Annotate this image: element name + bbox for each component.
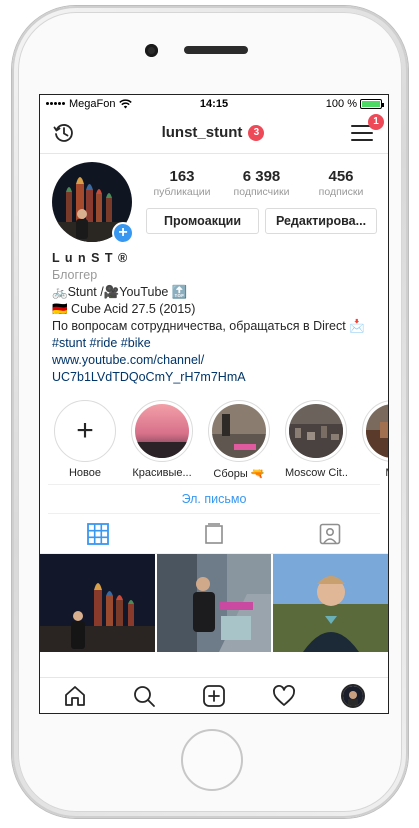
promotions-button[interactable]: Промоакции [146,208,259,234]
tab-grid[interactable] [68,514,128,553]
status-bar: MegaFon 14:15 100 % [40,95,388,112]
bio-line: 🇩🇪 Cube Acid 27.5 (2015) [52,302,196,316]
post-thumbnail[interactable] [40,554,155,652]
nav-search[interactable] [124,681,164,711]
post-thumbnail[interactable] [156,554,272,652]
highlight-label: Красивые... [132,467,192,479]
home-icon [64,685,85,706]
bio-link-line: UC7b1LVdTDQoCmY_rH7m7HmA [52,370,246,384]
bio: L u n S T ® Блоггер 🚲Stunt /🎥YouTube 🔝 🇩… [40,242,388,386]
menu-badge: 1 [368,113,384,130]
carrier-name: MegaFon [69,97,116,110]
nav-activity[interactable] [264,681,304,711]
battery-level [362,100,380,107]
edit-profile-button[interactable]: Редактирова... [265,208,377,234]
stat-followers[interactable]: 6 398 подписчики [226,168,298,198]
stat-label: подписки [318,186,364,198]
nav-profile[interactable] [333,681,373,711]
stat-value: 456 [328,168,354,185]
highlight-item[interactable]: Ma [362,400,388,484]
email-button-label: Эл. письмо [181,492,247,506]
bio-link[interactable]: www.youtube.com/channel/ UC7b1LVdTDQoCmY… [52,352,376,386]
stat-posts[interactable]: 163 публикации [146,168,218,198]
tab-igtv[interactable] [184,514,244,553]
username: lunst_stunt [161,124,243,141]
stat-value: 163 [169,168,195,185]
igtv-icon [205,522,223,544]
wifi-icon [119,98,133,108]
tagged-person-icon [319,523,341,544]
stat-label: публикации [153,186,211,198]
add-story-button[interactable]: + [112,222,134,244]
history-clock-icon[interactable] [52,121,76,145]
highlight-item[interactable]: Moscow Cit... [285,400,347,484]
stat-label: подписчики [233,186,290,198]
battery-icon [360,98,384,109]
bio-hashtags[interactable]: #stunt #ride #bike [52,335,376,352]
highlight-label: Moscow Cit... [285,467,347,479]
plus-icon: + [54,400,116,462]
highlight-item[interactable]: Сборы 🔫 [208,400,270,484]
grid-icon [87,522,109,545]
screen: MegaFon 14:15 100 % lunst_stunt 3 1 + 16… [39,94,389,714]
nav-new-post[interactable] [194,681,234,711]
highlight-label: Сборы 🔫 [213,468,265,480]
nav-home[interactable] [55,681,95,711]
profile-avatar-icon [341,683,366,708]
post-thumbnail[interactable] [273,554,388,652]
highlight-cover [289,404,343,458]
bio-line: 🚲Stunt /🎥YouTube 🔝 [52,285,188,299]
tab-tagged[interactable] [300,514,360,553]
new-post-icon [203,684,225,707]
signal-icon [46,102,65,105]
profile-tabs [40,514,388,554]
highlight-cover [366,404,388,458]
bio-line: По вопросам сотрудничества, обращаться в… [52,319,365,333]
highlight-label: Новое [68,467,102,479]
highlight-item[interactable]: Красивые... [131,400,193,484]
highlight-cover [135,404,189,458]
home-button[interactable] [181,729,243,791]
account-category: Блоггер [52,268,98,282]
bottom-navigation [40,677,388,713]
earpiece-speaker [184,46,248,54]
profile-header: lunst_stunt 3 1 [40,112,388,154]
post-grid [40,554,388,652]
heart-icon [272,684,295,706]
menu-button[interactable]: 1 [350,113,384,144]
search-icon [134,685,156,707]
front-camera [145,44,158,57]
notification-badge: 3 [248,124,265,141]
bio-link-line: www.youtube.com/channel/ [52,353,205,367]
highlight-new[interactable]: + Новое [54,400,116,484]
profile-avatar-wrap[interactable]: + [52,162,134,244]
stat-following[interactable]: 456 подписки [305,168,377,198]
highlight-label: Ma [362,467,388,479]
email-button[interactable]: Эл. письмо [48,484,380,514]
display-name: L u n S T ® [52,251,129,265]
account-switcher[interactable]: lunst_stunt 3 [162,124,265,141]
battery-percent: 100 % [325,97,357,110]
story-highlights: + Новое Красивые... Сборы 🔫 Moscow Cit..… [40,386,388,484]
profile-summary: + 163 публикации 6 398 подписчики 456 по… [40,154,388,244]
stat-value: 6 398 [242,168,281,185]
highlight-cover [212,404,266,458]
